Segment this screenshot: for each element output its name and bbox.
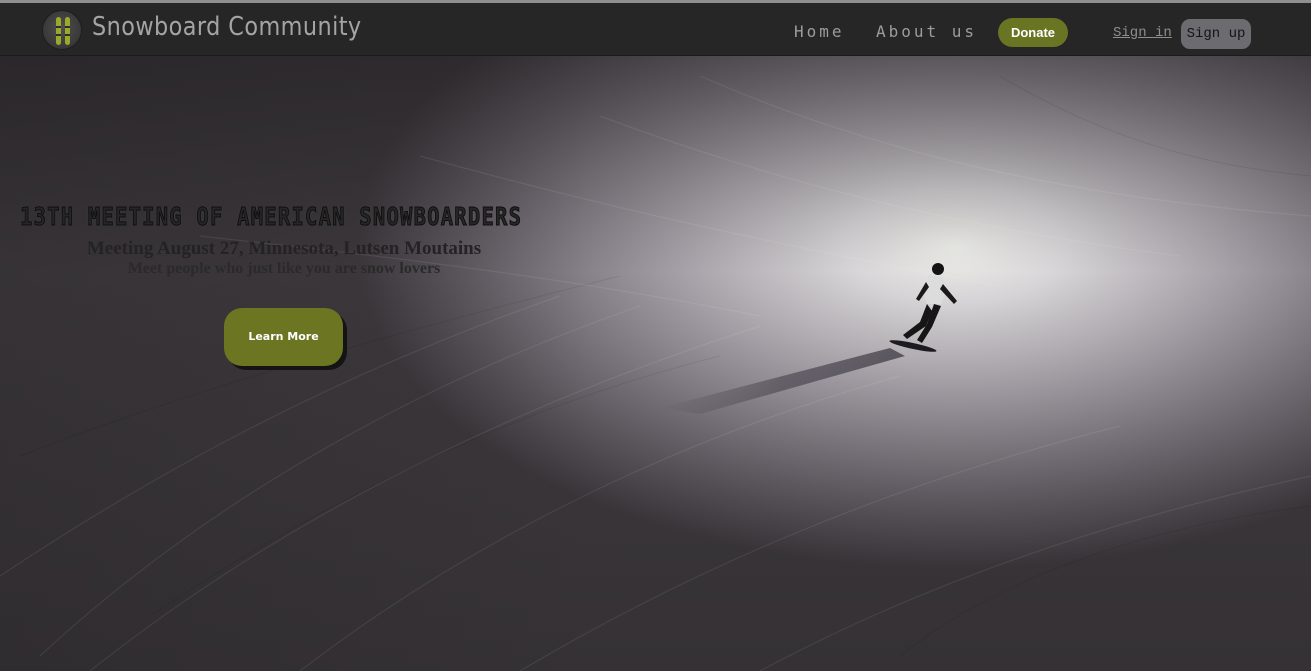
nav-home-link[interactable]: Home (794, 22, 845, 41)
snowboard-logo-icon[interactable] (42, 10, 82, 50)
hero-section: 13TH MEETING OF AMERICAN SNOWBOARDERS Me… (0, 56, 1311, 671)
sign-up-button[interactable]: Sign up (1181, 19, 1251, 49)
hero-tagline: Meet people who just like you are snow l… (127, 260, 441, 277)
donate-button[interactable]: Donate (998, 18, 1068, 47)
brand-name[interactable]: Snowboard Community (92, 12, 362, 42)
nav-about-link[interactable]: About us (876, 22, 977, 41)
navbar: Snowboard Community Home About us Donate… (0, 3, 1311, 56)
sign-in-link[interactable]: Sign in (1113, 25, 1172, 41)
hero-subtitle: Meeting August 27, Minnesota, Lutsen Mou… (86, 238, 482, 259)
hero-title: 13TH MEETING OF AMERICAN SNOWBOARDERS (20, 202, 523, 232)
learn-more-button[interactable]: Learn More (224, 308, 343, 366)
hero-background-image (0, 56, 1311, 671)
